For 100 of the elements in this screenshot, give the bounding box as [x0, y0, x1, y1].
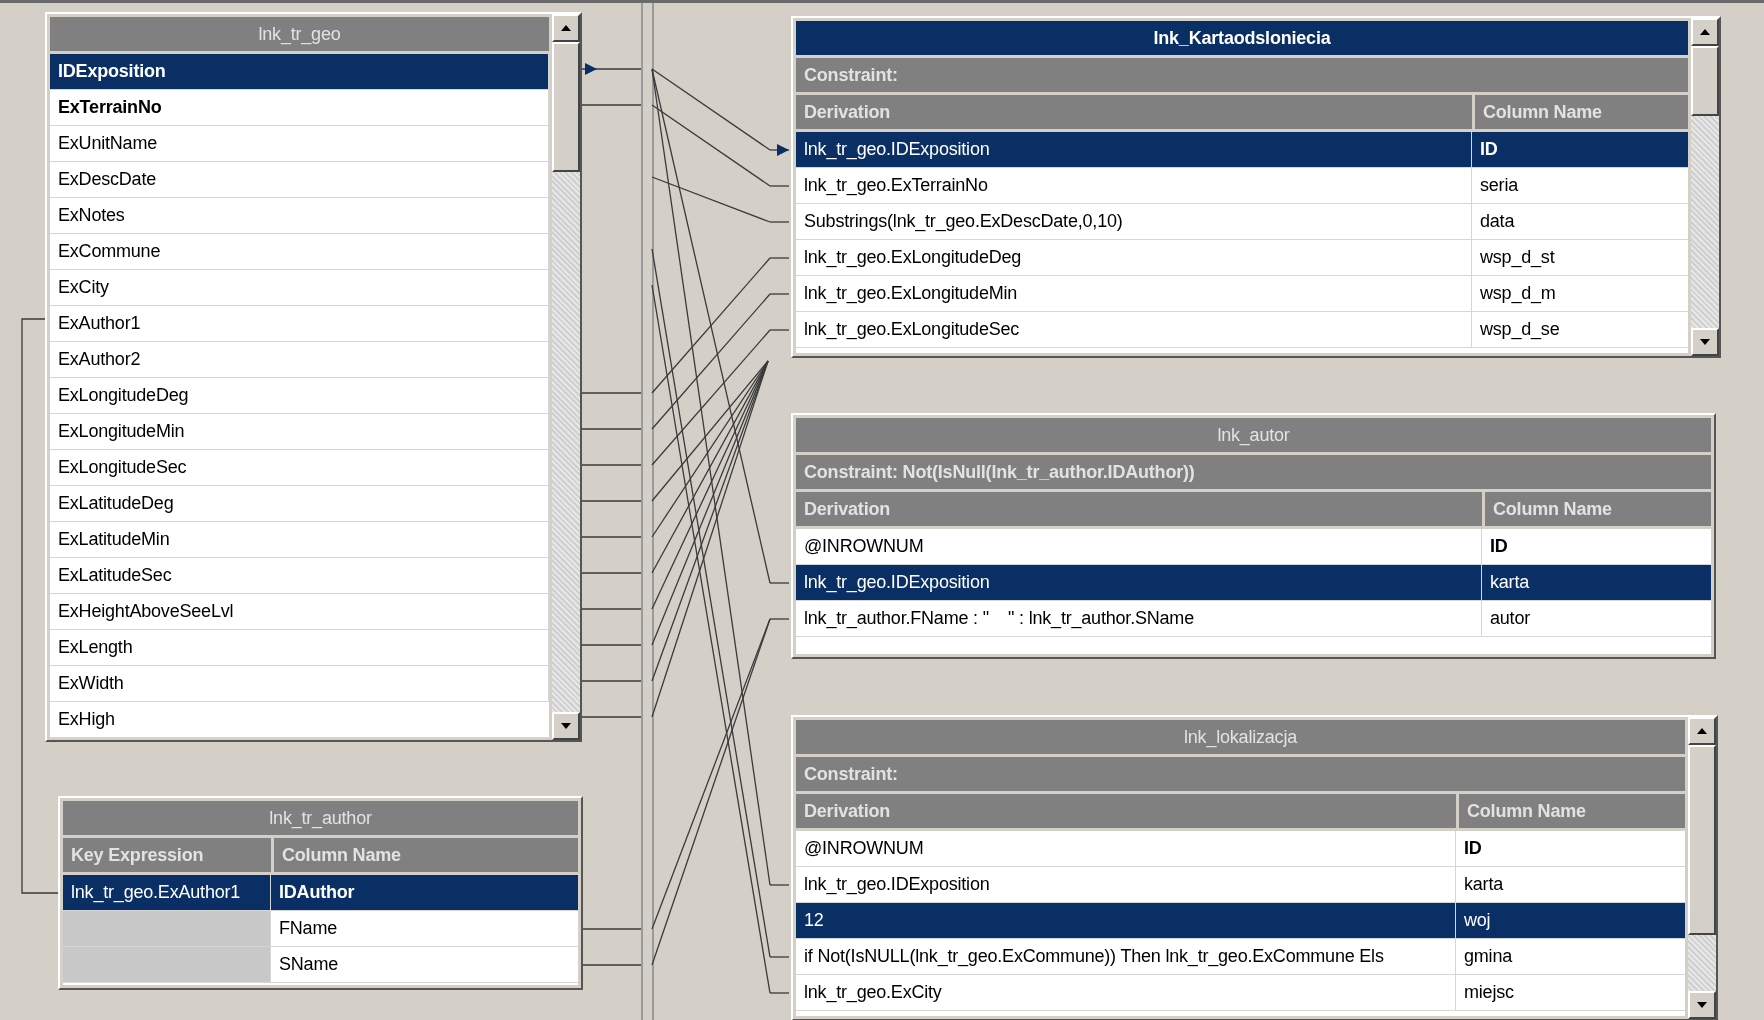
- table-title: lnk_tr_geo: [50, 17, 549, 51]
- table-title: lnk_autor: [796, 418, 1711, 452]
- table-cell-text: data: [1479, 210, 1516, 233]
- scroll-down-button[interactable]: [1691, 328, 1719, 356]
- table-cell-text: gmina: [1463, 945, 1514, 968]
- table-row[interactable]: lnk_tr_geo.ExLongitudeSec wsp_d_se: [796, 312, 1688, 348]
- table-row[interactable]: if Not(IsNULL(lnk_tr_geo.ExCommune)) Then lnk_tr_geo.ExCommune Els gmina: [796, 939, 1685, 975]
- table-cell: lnk_tr_geo.ExLongitudeSec: [796, 312, 1472, 347]
- down-triangle-icon: [1697, 1002, 1707, 1008]
- table-row[interactable]: lnk_tr_geo.ExLongitudeDeg wsp_d_st: [796, 240, 1688, 276]
- connector-line: [581, 500, 642, 502]
- column-header: Derivation: [796, 794, 1456, 828]
- table-row[interactable]: ExLongitudeDeg: [50, 378, 549, 414]
- scroll-down-button[interactable]: [1688, 991, 1716, 1019]
- scrollbar-thumb[interactable]: [552, 42, 580, 172]
- table-row[interactable]: ExLatitudeMin: [50, 522, 549, 558]
- table-row[interactable]: @INROWNUM ID: [796, 831, 1685, 867]
- column-header: Column Name: [274, 838, 578, 872]
- table-row[interactable]: lnk_tr_author.FName : " " : lnk_tr_author.SName autor: [796, 601, 1711, 637]
- constraint-label: Constraint:: [796, 757, 1685, 791]
- table-row[interactable]: ExAuthor2: [50, 342, 549, 378]
- table-row[interactable]: ExLatitudeDeg: [50, 486, 549, 522]
- table-row[interactable]: ExLatitudeSec: [50, 558, 549, 594]
- table-row[interactable]: ExHeightAboveSeeLvl: [50, 594, 549, 630]
- scrollbar[interactable]: [1688, 717, 1716, 1019]
- table-row[interactable]: ExLongitudeSec: [50, 450, 549, 486]
- table-cell-text: ID: [1479, 138, 1499, 161]
- table-cell: lnk_tr_geo.ExCity: [796, 975, 1456, 1010]
- connector-line: [581, 572, 642, 574]
- connector-line: [581, 428, 642, 430]
- table-row[interactable]: ExLongitudeMin: [50, 414, 549, 450]
- scrollbar-thumb[interactable]: [1691, 46, 1719, 116]
- up-triangle-icon: [561, 25, 571, 31]
- table-row[interactable]: ExTerrainNo: [50, 90, 549, 126]
- scrollbar[interactable]: [552, 14, 580, 740]
- column-header: Derivation: [796, 492, 1482, 526]
- connector-line: [581, 680, 642, 682]
- table-cell: lnk_tr_geo.IDExposition: [796, 867, 1456, 902]
- column-header: Column Name: [1459, 794, 1685, 828]
- connector-line: [581, 68, 642, 70]
- table-row[interactable]: 12 woj: [796, 903, 1685, 939]
- table-cell-text: karta: [1463, 873, 1505, 896]
- table-row[interactable]: ExLength: [50, 630, 549, 666]
- table-row[interactable]: ExWidth: [50, 666, 549, 702]
- table-cell: lnk_tr_geo.ExLongitudeDeg: [796, 240, 1472, 275]
- table-row[interactable]: lnk_tr_geo.ExCity miejsc: [796, 975, 1685, 1011]
- connector-line: [581, 464, 642, 466]
- arrowhead-icon: [585, 63, 597, 75]
- table-row[interactable]: FName: [63, 911, 578, 947]
- connector-line: [582, 928, 642, 930]
- connector-line: [581, 104, 642, 106]
- connector-line: [581, 644, 642, 646]
- table-cell: 12: [796, 903, 1456, 938]
- table-row[interactable]: lnk_tr_geo.IDExposition karta: [796, 565, 1711, 601]
- table-row[interactable]: IDExposition: [50, 54, 549, 90]
- table-row[interactable]: ExAuthor1: [50, 306, 549, 342]
- column-header: Column Name: [1475, 95, 1688, 129]
- scroll-up-button[interactable]: [1688, 717, 1716, 745]
- table-cell: lnk_tr_author.FName : " " : lnk_tr_author.SName: [796, 601, 1482, 636]
- table-row[interactable]: lnk_tr_geo.ExLongitudeMin wsp_d_m: [796, 276, 1688, 312]
- table-row[interactable]: ExUnitName: [50, 126, 549, 162]
- column-header: Derivation: [796, 95, 1472, 129]
- scroll-up-button[interactable]: [1691, 18, 1719, 46]
- connector-line: [581, 608, 642, 610]
- table-title: lnk_lokalizacja: [796, 720, 1685, 754]
- arrowhead-icon: [777, 144, 789, 156]
- table-cell-text: IDAuthor: [278, 881, 356, 904]
- table-title: lnk_Kartaodsloniecia: [796, 21, 1688, 55]
- down-triangle-icon: [561, 723, 571, 729]
- table-cell-text: miejsc: [1463, 981, 1515, 1004]
- table-row[interactable]: SName: [63, 947, 578, 983]
- table-row[interactable]: ExCity: [50, 270, 549, 306]
- table-row[interactable]: lnk_tr_geo.ExTerrainNo seria: [796, 168, 1688, 204]
- table-cell-text: seria: [1479, 174, 1520, 197]
- table-cell-text: ID: [1489, 535, 1509, 558]
- table-cell: lnk_tr_geo.ExLongitudeMin: [796, 276, 1472, 311]
- scroll-down-button[interactable]: [552, 712, 580, 740]
- scrollbar-thumb[interactable]: [1688, 745, 1716, 935]
- table-cell: lnk_tr_geo.IDExposition: [796, 565, 1482, 600]
- scroll-up-button[interactable]: [552, 14, 580, 42]
- table-row[interactable]: @INROWNUM ID: [796, 529, 1711, 565]
- table-title: lnk_tr_author: [63, 801, 578, 835]
- table-row[interactable]: lnk_tr_geo.IDExposition karta: [796, 867, 1685, 903]
- table-cell: Substrings(lnk_tr_geo.ExDescDate,0,10): [796, 204, 1472, 239]
- table-cell: @INROWNUM: [796, 831, 1456, 866]
- table-row[interactable]: lnk_tr_geo.IDExposition ID: [796, 132, 1688, 168]
- table-cell: lnk_tr_geo.ExTerrainNo: [796, 168, 1472, 203]
- table-cell-text: autor: [1489, 607, 1532, 630]
- up-triangle-icon: [1700, 29, 1710, 35]
- constraint-label: Constraint:: [796, 58, 1688, 92]
- table-row[interactable]: ExCommune: [50, 234, 549, 270]
- connector-line: [581, 716, 642, 718]
- table-cell: lnk_tr_geo.IDExposition: [796, 132, 1472, 167]
- table-cell-text: karta: [1489, 571, 1531, 594]
- table-row[interactable]: ExNotes: [50, 198, 549, 234]
- table-row[interactable]: Substrings(lnk_tr_geo.ExDescDate,0,10) data: [796, 204, 1688, 240]
- table-row[interactable]: lnk_tr_geo.ExAuthor1 IDAuthor: [63, 875, 578, 911]
- table-row[interactable]: ExDescDate: [50, 162, 549, 198]
- connector-line: [581, 392, 642, 394]
- scrollbar[interactable]: [1691, 18, 1719, 356]
